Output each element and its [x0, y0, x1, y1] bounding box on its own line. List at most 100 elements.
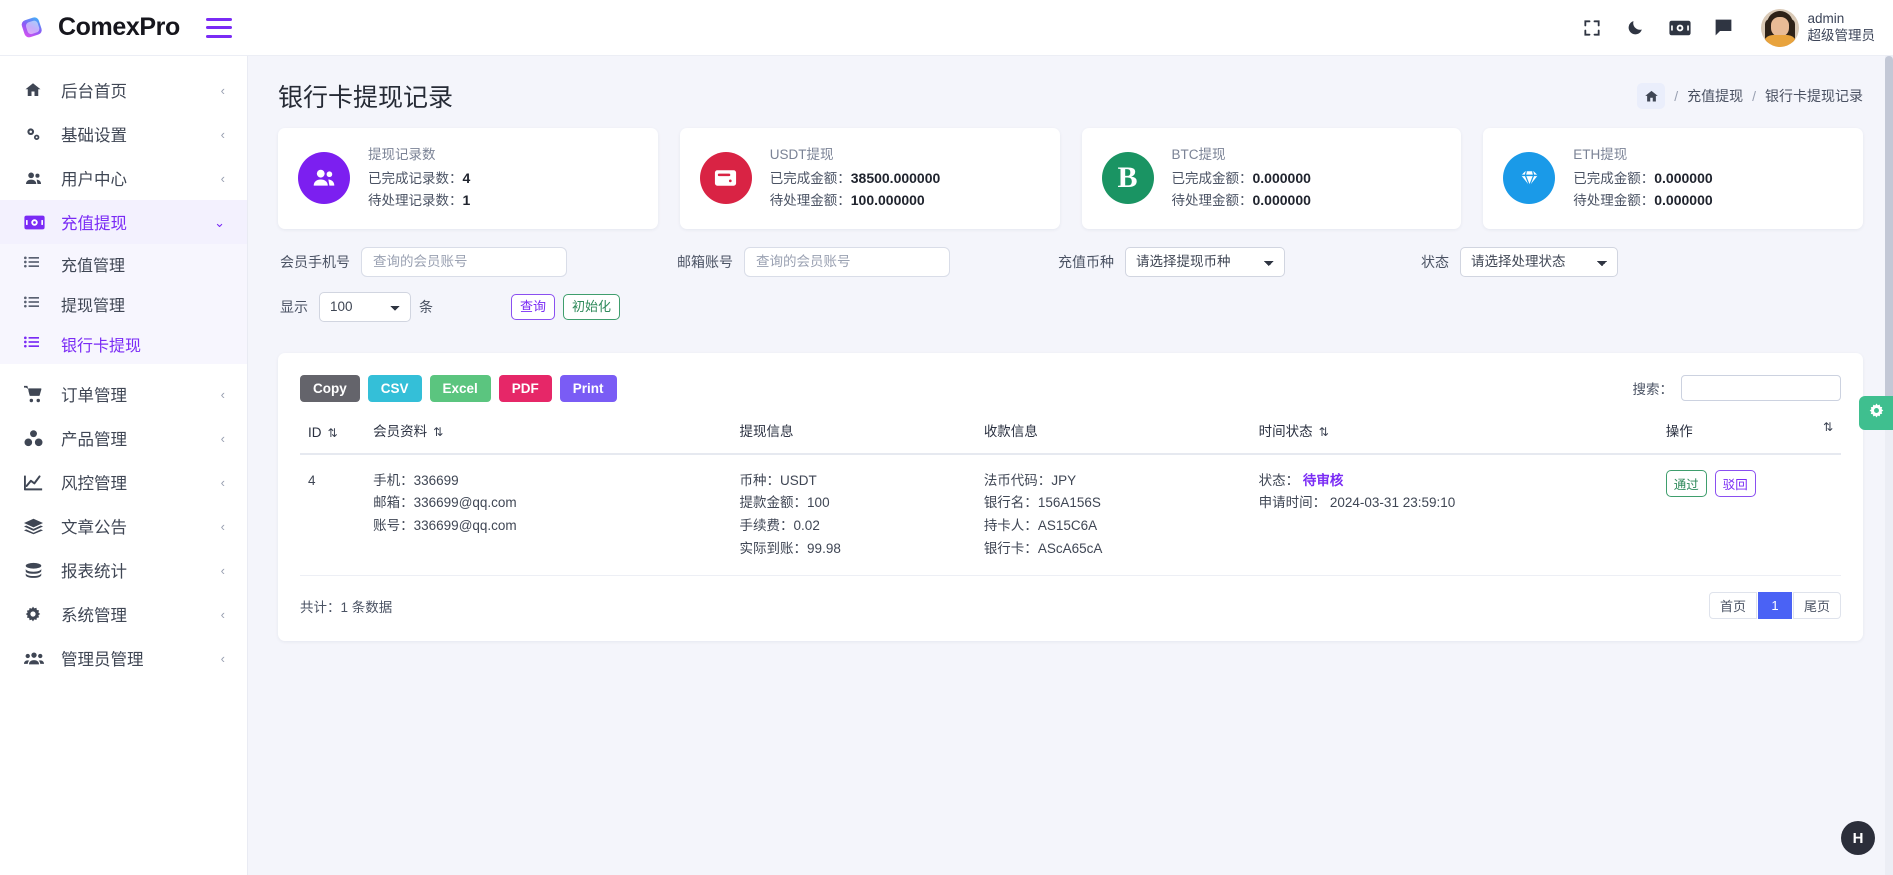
- page-size-select[interactable]: 100: [319, 292, 411, 322]
- breadcrumb-parent[interactable]: 充值提现: [1687, 86, 1743, 106]
- money-icon: [24, 215, 48, 230]
- column-label: 操作: [1666, 424, 1693, 439]
- csv-button[interactable]: CSV: [368, 375, 422, 402]
- field-value: USDT: [780, 473, 817, 488]
- copy-button[interactable]: Copy: [300, 375, 360, 402]
- fullscreen-icon[interactable]: [1581, 17, 1603, 39]
- sidebar-item-basic-settings[interactable]: 基础设置 ‹: [0, 112, 247, 156]
- sidebar-item-system-manage[interactable]: 系统管理 ‹: [0, 592, 247, 636]
- column-header-operations[interactable]: 操作 ⇅: [1658, 420, 1841, 454]
- pagination-first[interactable]: 首页: [1709, 592, 1757, 619]
- print-button[interactable]: Print: [560, 375, 617, 402]
- sidebar-item-withdraw-manage[interactable]: 提现管理: [0, 284, 247, 324]
- chevron-left-icon: ‹: [221, 388, 225, 401]
- stat-value: 0.000000: [1654, 170, 1712, 186]
- sidebar-item-recharge-manage[interactable]: 充值管理: [0, 244, 247, 284]
- sort-icon[interactable]: ⇅: [1319, 425, 1329, 439]
- column-label: 会员资料: [373, 424, 427, 439]
- status-select[interactable]: 请选择处理状态: [1460, 247, 1618, 277]
- sidebar: 后台首页 ‹ 基础设置 ‹ 用户中心 ‹: [0, 56, 248, 875]
- stat-value: 100.000000: [851, 192, 925, 208]
- message-icon[interactable]: [1713, 17, 1735, 39]
- filter-row-1: 会员手机号 邮箱账号 充值币种 请选择提现币种 状态 请选择处理状态: [278, 247, 1863, 277]
- pagination-page-1[interactable]: 1: [1758, 592, 1792, 619]
- table-search-input[interactable]: [1681, 375, 1841, 401]
- chevron-left-icon: ‹: [221, 608, 225, 621]
- admin-users-icon: [24, 650, 48, 667]
- sidebar-item-bank-card-withdraw[interactable]: 银行卡提现: [0, 324, 247, 364]
- member-email: 邮箱：336699@qq.com: [373, 492, 723, 515]
- cash-icon[interactable]: [1669, 17, 1691, 39]
- sidebar-divider: [0, 364, 247, 372]
- stat-card-line: 已完成记录数：4: [368, 168, 470, 190]
- sort-icon[interactable]: ⇅: [1823, 420, 1833, 434]
- help-button[interactable]: H: [1841, 821, 1875, 855]
- stat-card-withdraw-count: 提现记录数 已完成记录数：4 待处理记录数：1: [278, 128, 658, 229]
- sidebar-item-recharge-withdraw[interactable]: 充值提现 ⌄: [0, 200, 247, 244]
- table-footer: 共计：1 条数据 首页 1 尾页: [300, 592, 1841, 619]
- sidebar-item-user-center[interactable]: 用户中心 ‹: [0, 156, 247, 200]
- sidebar-item-articles[interactable]: 文章公告 ‹: [0, 504, 247, 548]
- field-value: 336699@qq.com: [414, 518, 517, 533]
- search-email-input[interactable]: [744, 247, 950, 277]
- stat-value: 0.000000: [1253, 192, 1311, 208]
- chevron-left-icon: ‹: [221, 84, 225, 97]
- user-menu[interactable]: admin 超级管理员: [1761, 9, 1876, 47]
- breadcrumb: / 充值提现 / 银行卡提现记录: [1637, 83, 1863, 109]
- dark-mode-icon[interactable]: [1625, 17, 1647, 39]
- sidebar-subitem-label: 提现管理: [61, 292, 125, 316]
- reset-button[interactable]: 初始化: [563, 294, 620, 320]
- excel-button[interactable]: Excel: [430, 375, 491, 402]
- column-header-withdraw-info[interactable]: 提现信息: [732, 420, 976, 454]
- sidebar-item-admin-manage[interactable]: 管理员管理 ‹: [0, 636, 247, 680]
- gear-icon: [1868, 402, 1885, 424]
- field-value: 0.02: [794, 518, 820, 533]
- hamburger-menu-icon[interactable]: [206, 18, 232, 38]
- stat-card-line: 已完成金额：0.000000: [1172, 168, 1311, 190]
- table-toolbar: Copy CSV Excel PDF Print 搜索：: [300, 375, 1841, 402]
- stat-label: 已完成记录数：: [368, 171, 463, 186]
- approve-button[interactable]: 通过: [1666, 470, 1707, 497]
- settings-panel-toggle[interactable]: [1859, 396, 1893, 430]
- eth-diamond-icon: [1503, 152, 1555, 204]
- breadcrumb-home-icon[interactable]: [1637, 83, 1665, 109]
- column-header-member[interactable]: 会员资料 ⇅: [365, 420, 731, 454]
- bank-name: 银行名：156A156S: [984, 492, 1243, 515]
- coin-type-select[interactable]: 请选择提现币种: [1125, 247, 1285, 277]
- filter-status: 状态 请选择处理状态: [1421, 247, 1618, 277]
- table-body: 4 手机：336699 邮箱：336699@qq.com 账号：336699@q…: [300, 454, 1841, 576]
- sidebar-item-order-manage[interactable]: 订单管理 ‹: [0, 372, 247, 416]
- field-label: 状态：: [1259, 473, 1300, 488]
- sidebar-item-report-stats[interactable]: 报表统计 ‹: [0, 548, 247, 592]
- sidebar-item-home[interactable]: 后台首页 ‹: [0, 68, 247, 112]
- home-icon: [24, 81, 48, 99]
- reject-button[interactable]: 驳回: [1715, 470, 1756, 497]
- chevron-left-icon: ‹: [221, 172, 225, 185]
- field-value: 156A156S: [1038, 495, 1101, 510]
- cell-time-status: 状态： 待审核 申请时间： 2024-03-31 23:59:10: [1251, 454, 1658, 576]
- page-scrollbar-thumb[interactable]: [1885, 56, 1893, 416]
- pdf-button[interactable]: PDF: [499, 375, 552, 402]
- gears-icon: [24, 125, 48, 144]
- sidebar-item-risk-manage[interactable]: 风控管理 ‹: [0, 460, 247, 504]
- column-header-receive-info[interactable]: 收款信息: [976, 420, 1251, 454]
- withdraw-coin: 币种：USDT: [740, 470, 968, 493]
- withdraw-actual: 实际到账：99.98: [740, 538, 968, 561]
- sort-icon[interactable]: ⇅: [328, 426, 338, 440]
- sidebar-item-product-manage[interactable]: 产品管理 ‹: [0, 416, 247, 460]
- chevron-left-icon: ‹: [221, 520, 225, 533]
- cell-member: 手机：336699 邮箱：336699@qq.com 账号：336699@qq.…: [365, 454, 731, 576]
- users-icon: [24, 169, 48, 188]
- search-phone-input[interactable]: [361, 247, 567, 277]
- sidebar-item-label: 用户中心: [61, 166, 127, 190]
- stat-card-line: 待处理金额：0.000000: [1573, 190, 1712, 212]
- brand-zone: ComexPro: [0, 0, 248, 55]
- query-button[interactable]: 查询: [511, 294, 555, 320]
- page-scrollbar-track[interactable]: [1885, 56, 1893, 875]
- column-header-time-status[interactable]: 时间状态⇅: [1251, 420, 1658, 454]
- page-size-suffix: 条: [419, 297, 433, 317]
- pagination-last[interactable]: 尾页: [1793, 592, 1841, 619]
- sort-icon[interactable]: ⇅: [433, 425, 443, 439]
- filter-status-label: 状态: [1421, 252, 1449, 272]
- column-header-id[interactable]: ID⇅: [300, 420, 365, 454]
